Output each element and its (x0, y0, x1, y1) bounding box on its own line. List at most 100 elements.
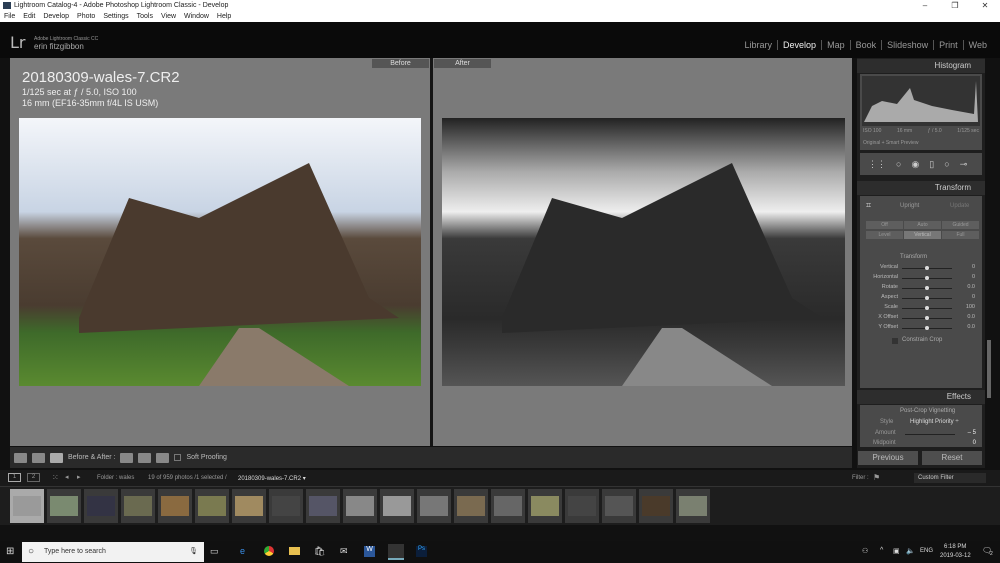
filmstrip-thumbnail[interactable] (232, 489, 266, 523)
filmstrip-thumbnail[interactable] (417, 489, 451, 523)
language-indicator[interactable]: ENG (920, 548, 933, 554)
forward-arrow-icon[interactable]: ▸ (77, 473, 81, 481)
task-view-icon[interactable]: ▭ (210, 546, 219, 557)
file-explorer-icon[interactable] (289, 547, 300, 555)
slider-value[interactable]: 0 (972, 274, 975, 280)
windows-start-icon[interactable]: ⊞ (6, 546, 14, 557)
slider-thumb[interactable] (925, 326, 929, 330)
minimize-button[interactable]: – (910, 0, 940, 11)
filmstrip-thumbnail[interactable] (380, 489, 414, 523)
transform-header[interactable]: Transform (857, 181, 985, 195)
spot-removal-icon[interactable]: ○ (896, 159, 901, 169)
filmstrip-thumbnail[interactable] (454, 489, 488, 523)
loupe-view-button[interactable] (14, 452, 27, 463)
module-book[interactable]: Book (849, 40, 882, 50)
amount-slider[interactable] (905, 434, 955, 435)
module-map[interactable]: Map (821, 40, 850, 50)
filmstrip-source[interactable]: Folder : wales (97, 475, 134, 481)
before-after-split-button[interactable] (50, 452, 63, 463)
menu-window[interactable]: Window (184, 11, 209, 22)
slider-aspect[interactable]: Aspect 0 (862, 294, 978, 303)
slider-scale[interactable]: Scale 100 (862, 304, 978, 313)
people-icon[interactable]: ⚇ (862, 547, 868, 555)
edge-icon[interactable]: e (240, 546, 245, 556)
upright-guided-button[interactable]: Guided (942, 221, 979, 229)
flag-filter-icon[interactable]: ⚑ (873, 473, 880, 482)
slider-x-offset[interactable]: X Offset 0.0 (862, 314, 978, 323)
slider-value[interactable]: 0 (972, 294, 975, 300)
copy-after-to-before-button[interactable] (138, 452, 152, 463)
filmstrip-thumbnail[interactable] (602, 489, 636, 523)
secondary-window-button[interactable]: 2 (27, 473, 40, 482)
photoshop-icon[interactable]: Ps (416, 546, 427, 557)
menu-tools[interactable]: Tools (137, 11, 153, 22)
filmstrip-thumbnail[interactable] (84, 489, 118, 523)
module-print[interactable]: Print (933, 40, 963, 50)
module-library[interactable]: Library (740, 40, 778, 50)
constrain-crop-checkbox[interactable] (892, 338, 898, 344)
filmstrip-thumbnail[interactable] (528, 489, 562, 523)
network-icon[interactable]: ▣ (893, 547, 900, 555)
filmstrip-thumbnail[interactable] (158, 489, 192, 523)
soft-proofing-checkbox[interactable] (174, 454, 182, 461)
filmstrip-thumbnail[interactable] (491, 489, 525, 523)
slider-value[interactable]: 0.0 (967, 314, 975, 320)
adjustment-brush-icon[interactable]: ⊸ (960, 159, 968, 170)
slider-value[interactable]: 100 (966, 304, 975, 310)
filmstrip-thumbnail[interactable] (10, 489, 44, 523)
menu-file[interactable]: File (4, 11, 15, 22)
filmstrip-thumbnail[interactable] (269, 489, 303, 523)
close-button[interactable]: ✕ (970, 0, 1000, 11)
slider-thumb[interactable] (925, 316, 929, 320)
back-arrow-icon[interactable]: ◂ (65, 473, 69, 481)
module-slideshow[interactable]: Slideshow (881, 40, 933, 50)
right-panel-scrollbar[interactable] (987, 340, 991, 398)
menu-edit[interactable]: Edit (23, 11, 35, 22)
filmstrip-thumbnail[interactable] (676, 489, 710, 523)
slider-thumb[interactable] (925, 286, 929, 290)
slider-value[interactable]: 0 (972, 264, 975, 270)
midpoint-value[interactable]: 0 (973, 440, 976, 446)
upright-vertical-button[interactable]: Vertical (904, 231, 941, 239)
before-after-left-right-button[interactable] (32, 452, 45, 463)
amount-value[interactable]: – 5 (968, 430, 976, 436)
red-eye-icon[interactable]: ◉ (911, 159, 919, 170)
upright-auto-button[interactable]: Auto (904, 221, 941, 229)
copy-before-to-after-button[interactable] (120, 452, 134, 463)
mail-icon[interactable]: ✉ (340, 546, 348, 557)
histogram-header[interactable]: Histogram (857, 59, 985, 73)
slider-thumb[interactable] (925, 296, 929, 300)
previous-button[interactable]: Previous (858, 451, 918, 465)
slider-thumb[interactable] (925, 276, 929, 280)
clock-date[interactable]: 2019-03-12 (940, 553, 971, 559)
filmstrip-thumbnail[interactable] (306, 489, 340, 523)
style-dropdown[interactable]: Highlight Priority ÷ (910, 419, 959, 425)
update-button[interactable]: Update (950, 203, 969, 209)
slider-thumb[interactable] (925, 266, 929, 270)
chrome-icon[interactable] (264, 546, 274, 556)
slider-y-offset[interactable]: Y Offset 0.0 (862, 324, 978, 333)
upright-full-button[interactable]: Full (942, 231, 979, 239)
upright-off-button[interactable]: Off (866, 221, 903, 229)
microphone-icon[interactable]: 🎙 (189, 542, 198, 562)
lightroom-taskbar-icon[interactable] (388, 544, 404, 560)
word-icon[interactable]: W (364, 546, 375, 557)
menu-photo[interactable]: Photo (77, 11, 95, 22)
slider-vertical[interactable]: Vertical 0 (862, 264, 978, 273)
primary-window-button[interactable]: 1 (8, 473, 21, 482)
filmstrip-thumbnail[interactable] (121, 489, 155, 523)
grid-icon[interactable]: ⁙ (52, 473, 59, 482)
radial-filter-icon[interactable]: ○ (944, 159, 949, 169)
smart-preview-status[interactable]: Original + Smart Preview (863, 140, 918, 146)
filmstrip-thumbnail[interactable] (565, 489, 599, 523)
slider-value[interactable]: 0.0 (967, 324, 975, 330)
slider-thumb[interactable] (925, 306, 929, 310)
selected-file[interactable]: 20180309-wales-7.CR2 ▾ (238, 475, 306, 482)
slider-horizontal[interactable]: Horizontal 0 (862, 274, 978, 283)
filmstrip-thumbnail[interactable] (639, 489, 673, 523)
effects-header[interactable]: Effects (857, 390, 985, 404)
maximize-button[interactable]: ❐ (940, 0, 970, 11)
crop-overlay-icon[interactable]: ⋮⋮ (868, 159, 886, 170)
menu-settings[interactable]: Settings (103, 11, 128, 22)
module-develop[interactable]: Develop (777, 40, 821, 50)
